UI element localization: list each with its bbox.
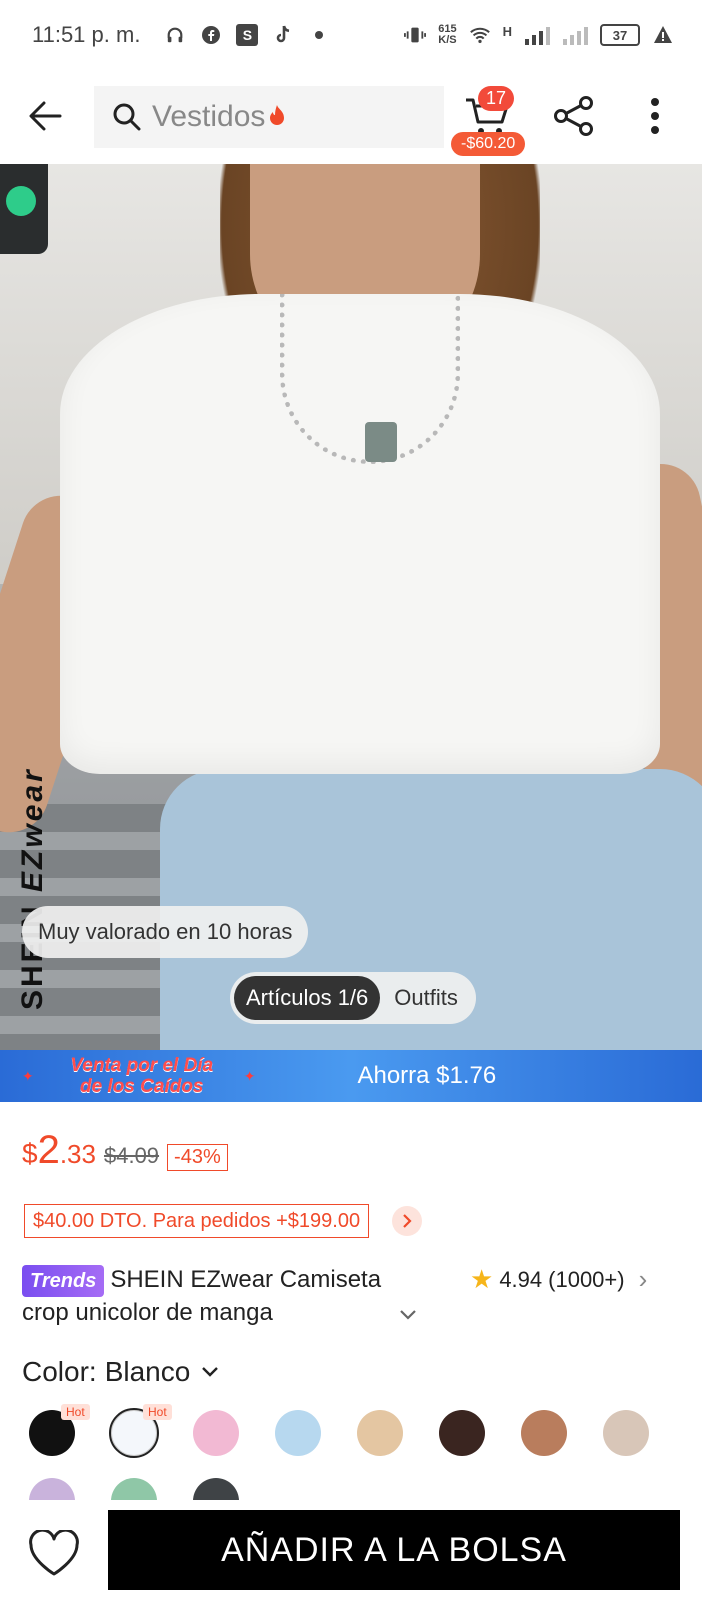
color-selector[interactable]: Color: Blanco bbox=[22, 1356, 220, 1388]
color-label: Color: bbox=[22, 1356, 97, 1387]
status-time: 11:51 p. m. bbox=[32, 22, 141, 47]
color-swatch-brown[interactable] bbox=[521, 1410, 567, 1456]
color-swatch-beige[interactable] bbox=[357, 1410, 403, 1456]
vibrate-icon bbox=[404, 24, 427, 46]
star-decor-icon: ✦ bbox=[243, 1067, 256, 1084]
coupon-arrow-button[interactable] bbox=[392, 1206, 422, 1236]
signal-icon bbox=[524, 24, 550, 46]
share-icon bbox=[554, 96, 593, 136]
star-decor-icon: ✦ bbox=[22, 1067, 34, 1084]
product-title[interactable]: Trends SHEIN EZwear Camiseta crop unicolo… bbox=[22, 1264, 402, 1329]
signal-2-icon bbox=[562, 24, 588, 46]
star-icon: ★ bbox=[470, 1264, 494, 1294]
status-bar: 11:51 p. m. S 615 K/S H 37 bbox=[0, 0, 702, 70]
price-decimal: .33 bbox=[59, 1139, 96, 1169]
color-value: Blanco bbox=[104, 1356, 191, 1387]
chevron-down-icon bbox=[202, 1367, 219, 1377]
original-price: $4.09 bbox=[103, 1143, 160, 1168]
bottom-action-bar: AÑADIR A LA BOLSA bbox=[0, 1500, 702, 1600]
facebook-icon bbox=[200, 24, 222, 46]
rated-pill: Muy valorado en 10 horas bbox=[22, 906, 309, 958]
system-icons: 615 K/S H 37 bbox=[404, 24, 674, 46]
chevron-right-icon bbox=[403, 1214, 412, 1228]
shein-app-icon: S bbox=[236, 24, 259, 46]
price-currency: $ bbox=[22, 1138, 38, 1169]
cart-count-badge: 17 bbox=[478, 86, 515, 111]
promo-savings: Ahorra $1.76 bbox=[357, 1062, 497, 1089]
notification-icons: S bbox=[164, 24, 330, 46]
back-button[interactable] bbox=[26, 96, 66, 136]
color-swatch-light-blue[interactable] bbox=[275, 1410, 321, 1456]
price-row: $ 2 .33 $4.09 -43% bbox=[22, 1128, 228, 1173]
arrow-left-icon bbox=[29, 101, 62, 131]
chevron-right-icon: › bbox=[638, 1264, 648, 1294]
price-integer: 2 bbox=[37, 1128, 60, 1172]
headphones-icon bbox=[164, 24, 186, 46]
color-swatch-taupe[interactable] bbox=[603, 1410, 649, 1456]
promo-event-line2: de los Caídos bbox=[79, 1076, 204, 1097]
net-speed: 615 K/S bbox=[438, 24, 456, 46]
share-button[interactable] bbox=[552, 94, 596, 138]
rating-count: (1000+) bbox=[548, 1266, 625, 1292]
discount-badge: -43% bbox=[167, 1144, 228, 1171]
wifi-icon bbox=[469, 24, 491, 46]
color-swatch-pink[interactable] bbox=[193, 1410, 239, 1456]
network-type: H bbox=[502, 24, 512, 39]
hot-badge: Hot bbox=[143, 1404, 172, 1420]
dot-icon bbox=[308, 24, 330, 46]
trends-badge: Trends bbox=[22, 1265, 105, 1297]
cart-total-badge: -$60.20 bbox=[451, 132, 526, 156]
alert-icon bbox=[652, 24, 674, 46]
tab-articles[interactable]: Artículos 1/6 bbox=[234, 976, 381, 1020]
battery-indicator: 37 bbox=[600, 24, 640, 46]
image-tabs: Artículos 1/6 Outfits bbox=[230, 972, 476, 1024]
color-swatch-dark-brown[interactable] bbox=[439, 1410, 485, 1456]
heart-icon bbox=[29, 1528, 79, 1576]
more-vertical-icon bbox=[651, 98, 659, 106]
search-icon bbox=[113, 103, 141, 131]
net-speed-unit: K/S bbox=[438, 34, 457, 46]
rating-summary[interactable]: ★ 4.94 (1000+) › bbox=[470, 1264, 647, 1295]
coupon-banner[interactable]: $40.00 DTO. Para pedidos +$199.00 bbox=[24, 1204, 370, 1238]
promo-event-line1: Venta por el Día bbox=[70, 1055, 214, 1076]
brand-sub: EZwear bbox=[16, 767, 49, 892]
tab-outfits[interactable]: Outfits bbox=[380, 985, 472, 1011]
tiktok-icon bbox=[272, 24, 294, 46]
add-to-bag-button[interactable]: AÑADIR A LA BOLSA bbox=[108, 1510, 680, 1590]
more-options-button[interactable] bbox=[640, 94, 670, 138]
hot-badge: Hot bbox=[61, 1404, 90, 1420]
chevron-down-icon[interactable] bbox=[398, 1304, 418, 1324]
promo-banner[interactable]: ✦ Venta por el Día de los Caídos ✦ Ahorr… bbox=[0, 1050, 702, 1102]
search-placeholder: Vestidos bbox=[152, 100, 266, 133]
rating-value: 4.94 bbox=[499, 1266, 543, 1292]
brand-watermark: SHEIN EZwear bbox=[16, 767, 50, 1010]
wishlist-button[interactable] bbox=[28, 1528, 80, 1578]
promo-event: Venta por el Día de los Caídos bbox=[42, 1055, 242, 1097]
flame-icon bbox=[269, 104, 285, 131]
top-app-bar: Vestidos 17 -$60.20 bbox=[0, 82, 702, 156]
search-bar[interactable]: Vestidos bbox=[94, 86, 444, 148]
